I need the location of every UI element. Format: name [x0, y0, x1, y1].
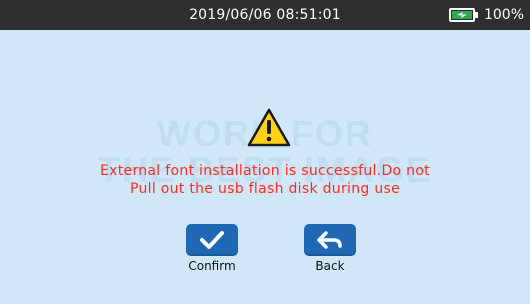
- back-button[interactable]: [304, 224, 356, 256]
- back-arrow-icon: [316, 230, 344, 250]
- message-line-1: External font installation is successful…: [100, 163, 430, 179]
- confirm-button[interactable]: [186, 224, 238, 256]
- message-line-2: Pull out the usb flash disk during use: [129, 181, 401, 197]
- back-label: Back: [315, 259, 345, 273]
- message-text: External font installation is successful…: [0, 162, 530, 198]
- battery-percent: 100%: [483, 7, 524, 23]
- checkmark-icon: [199, 230, 225, 250]
- battery-indicator: 100%: [448, 0, 524, 30]
- status-bar: 2019/06/06 08:51:01 100%: [0, 0, 530, 30]
- confirm-label: Confirm: [188, 259, 236, 273]
- warning-triangle-icon: [247, 108, 291, 148]
- battery-charging-icon: [448, 8, 479, 22]
